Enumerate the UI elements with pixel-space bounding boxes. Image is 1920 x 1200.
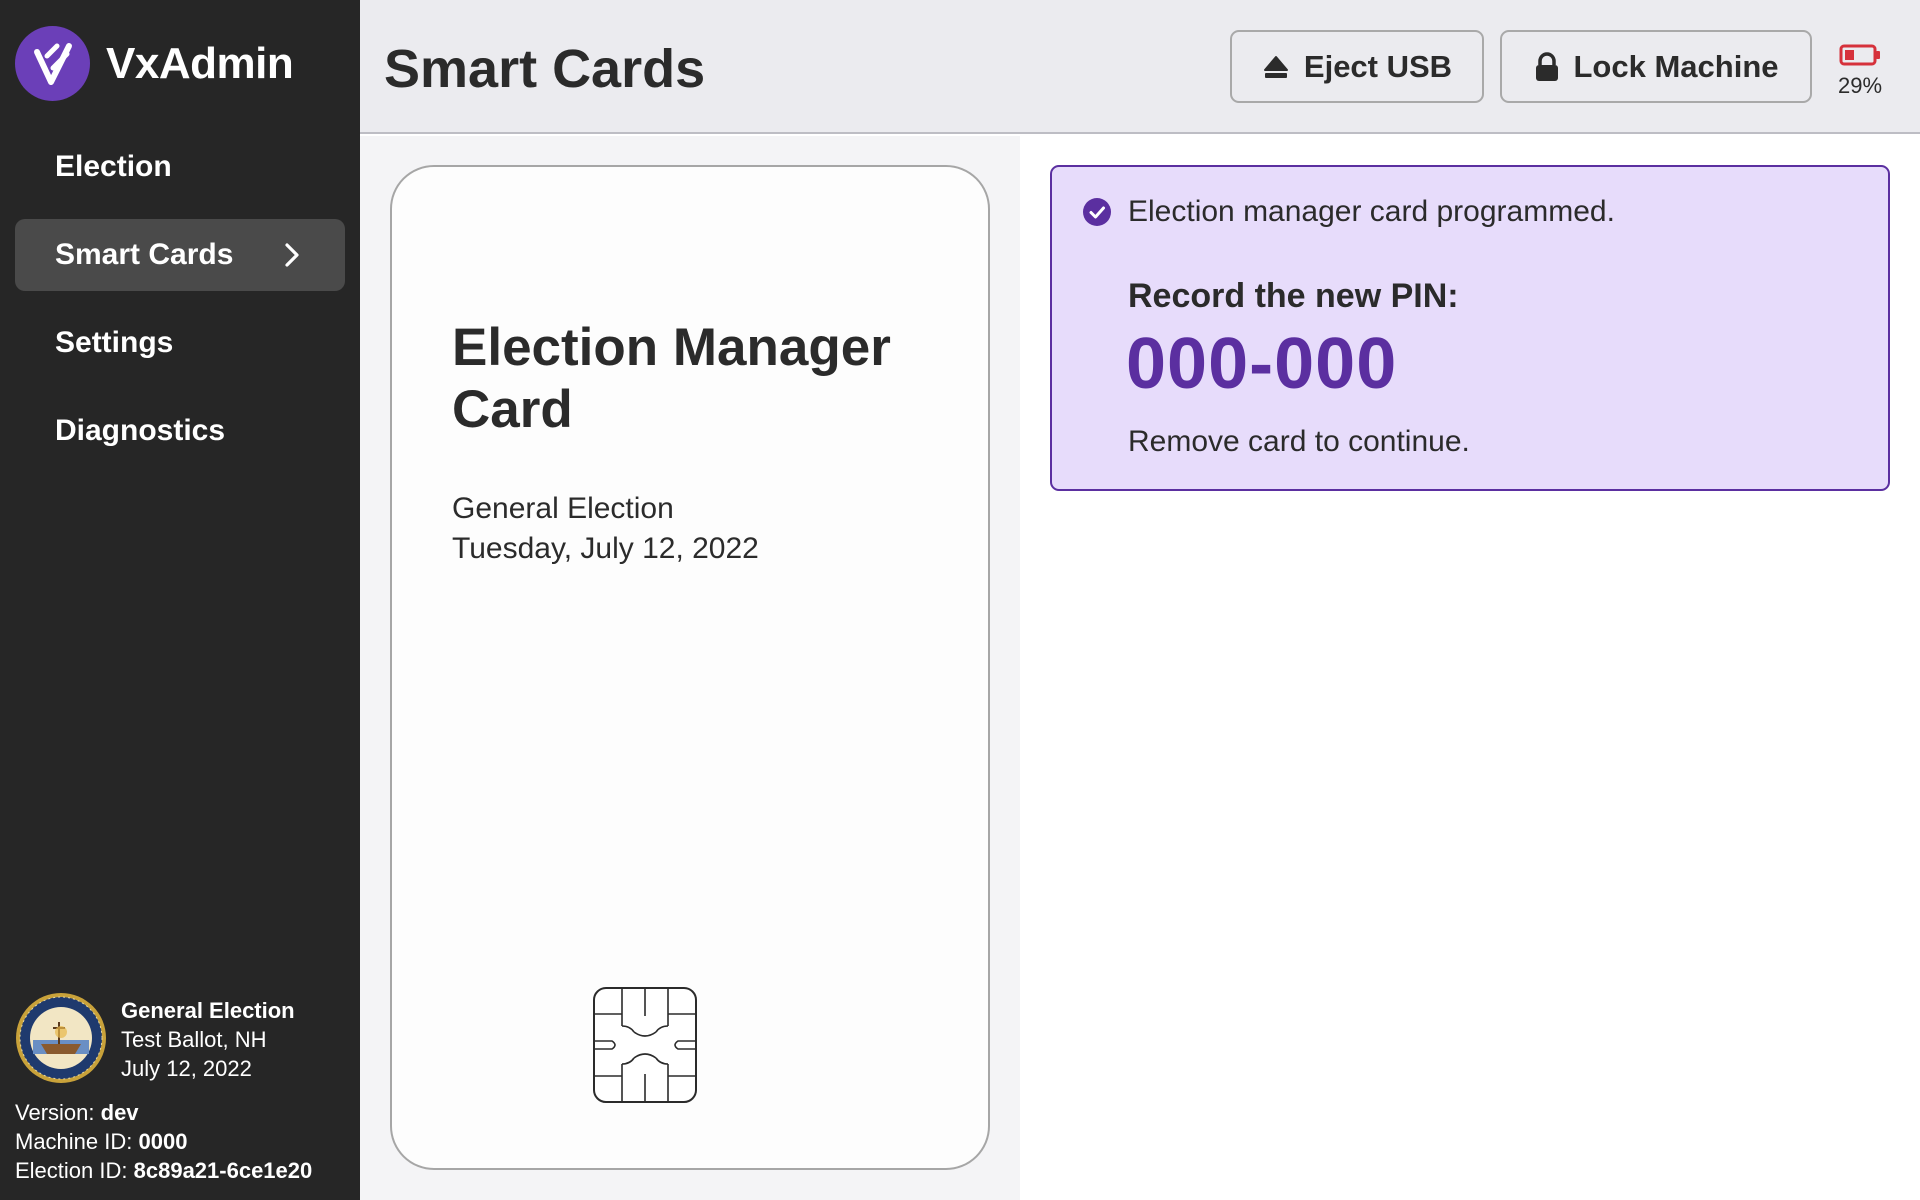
sidebar-item-settings[interactable]: Settings — [15, 307, 345, 379]
battery-low-icon — [1839, 44, 1880, 66]
election-ballot: Test Ballot, NH — [121, 1027, 267, 1052]
card-election-date: Tuesday, July 12, 2022 — [452, 532, 759, 565]
card-preview-pane: Election Manager Card General Election T… — [360, 136, 1020, 1200]
machine-id-row: Machine ID: 0000 — [15, 1127, 345, 1156]
header: Smart Cards Eject USB Lock Machine 29% — [360, 0, 1920, 134]
card-programmed-alert: Election manager card programmed. Record… — [1050, 165, 1890, 491]
sidebar-nav: Election Smart Cards Settings Diagnostic… — [15, 131, 345, 483]
card-election-title: General Election — [452, 492, 674, 525]
eject-icon — [1263, 55, 1288, 78]
app-name: VxAdmin — [106, 38, 294, 88]
sidebar-item-label: Settings — [55, 326, 174, 359]
sidebar-item-diagnostics[interactable]: Diagnostics — [15, 395, 345, 467]
machine-id-value: 0000 — [138, 1129, 188, 1154]
smart-card-illustration: Election Manager Card General Election T… — [390, 165, 990, 1170]
alert-message-row: Election manager card programmed. — [1082, 195, 1615, 229]
sidebar: VxAdmin Election Smart Cards Settings Di… — [0, 0, 360, 1200]
state-seal-icon — [16, 993, 106, 1083]
battery-percent: 29% — [1837, 73, 1883, 98]
sidebar-item-election[interactable]: Election — [15, 131, 345, 203]
card-title: Election Manager Card — [452, 318, 891, 439]
election-id-label: Election ID: — [15, 1158, 128, 1183]
version-label: Version: — [15, 1100, 95, 1125]
card-election-details: General Election Tuesday, July 12, 2022 — [452, 489, 759, 569]
election-id-row: Election ID: 8c89a21-6ce1e20 — [15, 1156, 345, 1185]
eject-usb-button[interactable]: Eject USB — [1230, 30, 1484, 103]
election-date: July 12, 2022 — [121, 1056, 252, 1081]
pin-label: Record the new PIN: — [1128, 277, 1459, 315]
machine-id-label: Machine ID: — [15, 1129, 133, 1154]
sidebar-item-smart-cards[interactable]: Smart Cards — [15, 219, 345, 291]
sidebar-item-label: Election — [55, 150, 172, 183]
remove-card-instruction: Remove card to continue. — [1128, 425, 1470, 458]
status-pane: Election manager card programmed. Record… — [1020, 136, 1920, 1200]
chevron-right-icon — [285, 243, 299, 267]
version-value: dev — [100, 1100, 139, 1125]
vx-logo-icon — [15, 26, 90, 101]
check-circle-icon — [1083, 198, 1111, 226]
lock-icon — [1535, 51, 1558, 81]
machine-info: Version: dev Machine ID: 0000 Election I… — [15, 1098, 345, 1185]
eject-usb-label: Eject USB — [1303, 48, 1453, 84]
sidebar-item-label: Smart Cards — [55, 238, 234, 271]
election-info: General Election Test Ballot, NH July 12… — [15, 992, 345, 1185]
sidebar-item-label: Diagnostics — [55, 414, 226, 447]
pin-value: 000-000 — [1126, 324, 1398, 404]
brand: VxAdmin — [15, 26, 294, 101]
version-row: Version: dev — [15, 1098, 345, 1127]
alert-message: Election manager card programmed. — [1128, 195, 1615, 228]
card-chip-icon — [593, 987, 697, 1103]
election-id-value: 8c89a21-6ce1e20 — [133, 1158, 313, 1183]
battery-status: 29% — [1832, 44, 1888, 99]
election-title: General Election — [121, 998, 295, 1023]
page-title: Smart Cards — [384, 39, 706, 99]
lock-machine-button[interactable]: Lock Machine — [1500, 30, 1812, 103]
lock-machine-label: Lock Machine — [1573, 48, 1779, 84]
main-content: Election Manager Card General Election T… — [360, 136, 1920, 1200]
